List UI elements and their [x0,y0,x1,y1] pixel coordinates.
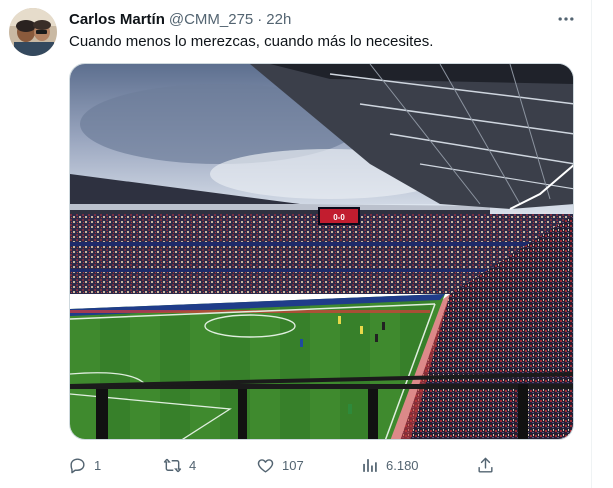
tweet-time[interactable]: 22h [266,10,291,30]
stadium-photo: 0-0 [70,64,573,439]
action-bar: 1 4 107 6.180 [60,449,500,481]
retweet-button[interactable]: 4 [155,449,196,481]
separator-dot: · [257,11,263,28]
views-button[interactable]: 6.180 [352,449,419,481]
reply-icon [60,449,94,481]
tweet-header: Carlos Martín @CMM_275 · 22h [69,10,291,30]
reply-count: 1 [94,457,102,473]
like-button[interactable]: 107 [248,449,304,481]
author-name[interactable]: Carlos Martín [69,10,165,30]
scoreboard: 0-0 [333,213,345,222]
more-dots-icon [558,17,574,21]
views-icon [352,449,386,481]
like-count: 107 [282,457,304,473]
views-count: 6.180 [386,457,419,473]
retweet-count: 4 [189,457,197,473]
more-button[interactable] [552,5,580,33]
tweet-text: Cuando menos lo merezcas, cuando más lo … [69,33,434,50]
avatar-image [9,8,57,56]
tweet-photo[interactable]: 0-0 [69,63,574,440]
share-button[interactable] [468,449,502,481]
avatar[interactable] [9,8,57,56]
tweet[interactable]: Carlos Martín @CMM_275 · 22h Cuando meno… [0,0,592,488]
heart-icon [248,449,282,481]
share-icon [468,449,502,481]
author-handle[interactable]: @CMM_275 [169,10,253,30]
retweet-icon [155,449,189,481]
reply-button[interactable]: 1 [60,449,101,481]
